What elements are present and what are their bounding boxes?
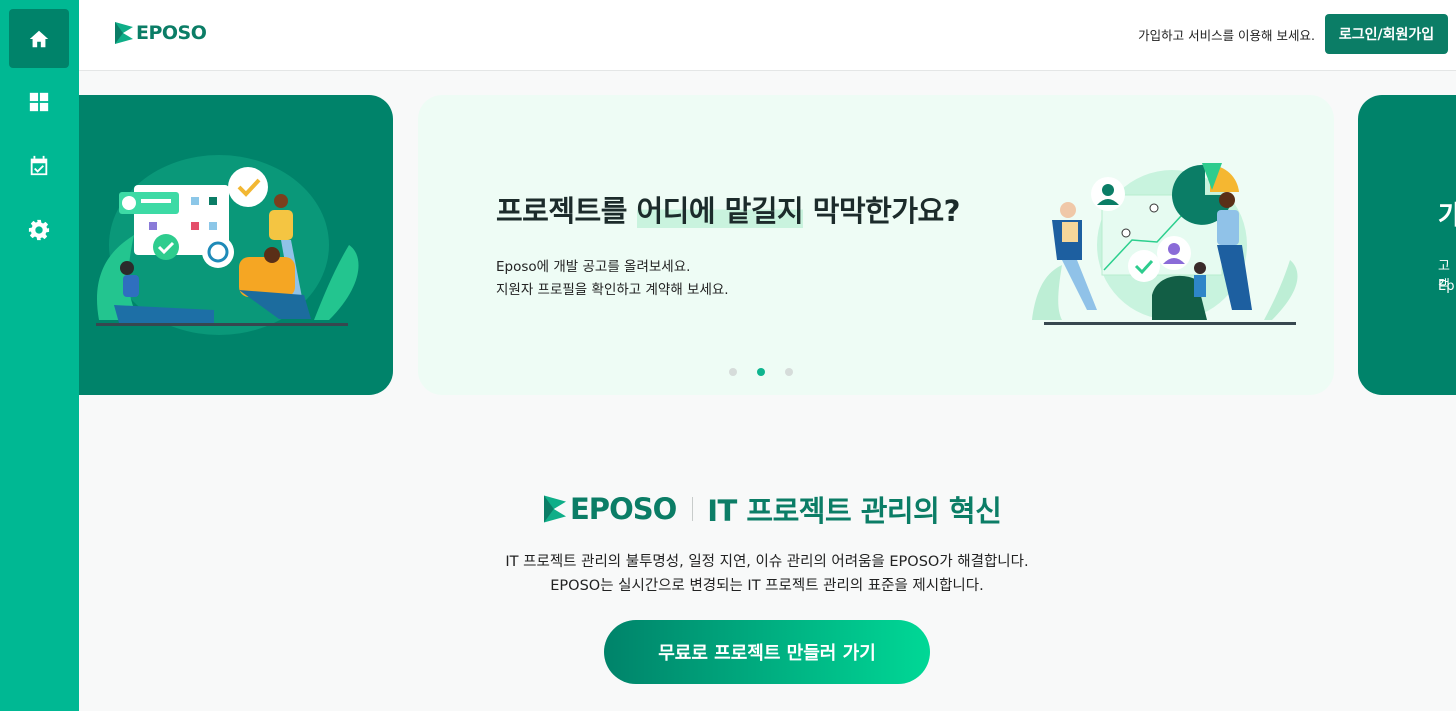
slide-line-1: Eposo에 개발 공고를 올려보세요. — [496, 259, 691, 275]
next-slide-title: 가 — [1438, 201, 1456, 231]
header-logo[interactable]: EPOSO — [115, 22, 207, 44]
slide-title-highlight: 어디에 맡길지 — [636, 194, 804, 228]
carousel-dot-2[interactable] — [757, 368, 765, 376]
carousel-prev-slide[interactable] — [79, 95, 393, 395]
slide-title: 프로젝트를 어디에 맡길지 막막한가요? — [496, 188, 961, 230]
eposo-logo-icon — [544, 495, 566, 523]
intro-divider — [692, 497, 694, 521]
top-header: EPOSO 가입하고 서비스를 이용해 보세요. 로그인/회원가입 — [79, 0, 1456, 71]
signup-prompt: 가입하고 서비스를 이용해 보세요. — [1138, 28, 1315, 43]
intro-title: IT 프로젝트 관리의 혁신 — [707, 494, 1002, 528]
intro-heading: EPOSO IT 프로젝트 관리의 혁신 — [544, 488, 1002, 530]
slide-title-suffix: 막막한가요? — [803, 194, 961, 228]
home-icon — [29, 30, 49, 47]
intro-description-1: IT 프로젝트 관리의 불투명성, 일정 지연, 이슈 관리의 어려움을 EPO… — [505, 554, 1029, 570]
sidebar — [0, 0, 79, 711]
logo-text: EPOSO — [136, 22, 207, 44]
carousel-current-slide: 프로젝트를 어디에 맡길지 막막한가요? Eposo에 개발 공고를 올려보세요… — [418, 95, 1334, 395]
carousel-dot-3[interactable] — [785, 368, 793, 376]
carousel-dot-1[interactable] — [729, 368, 737, 376]
grid-icon — [29, 92, 49, 111]
eposo-logo-icon — [115, 22, 133, 44]
team-collaboration-illustration — [1032, 163, 1298, 325]
create-project-button[interactable]: 무료로 프로젝트 만들러 가기 — [604, 620, 930, 684]
carousel-next-slide[interactable]: 가 고객 Ep — [1358, 95, 1456, 395]
gear-icon — [28, 219, 50, 240]
intro-description-2: EPOSO는 실시간으로 변경되는 IT 프로젝트 관리의 표준을 제시합니다. — [550, 578, 984, 594]
sidebar-item-settings[interactable] — [9, 200, 69, 259]
sidebar-item-home[interactable] — [9, 9, 69, 68]
slide-title-prefix: 프로젝트를 — [496, 194, 637, 228]
intro-logo-text: EPOSO — [570, 492, 677, 526]
calendar-check-icon — [30, 155, 48, 175]
slide-line-2: 지원자 프로필을 확인하고 계약해 보세요. — [496, 282, 729, 298]
schedule-illustration — [96, 155, 359, 335]
next-slide-line-2: Ep — [1438, 279, 1455, 294]
carousel-dots — [729, 368, 793, 376]
sidebar-item-calendar[interactable] — [9, 136, 69, 195]
login-signup-button[interactable]: 로그인/회원가입 — [1325, 14, 1448, 54]
sidebar-item-dashboard[interactable] — [9, 72, 69, 131]
